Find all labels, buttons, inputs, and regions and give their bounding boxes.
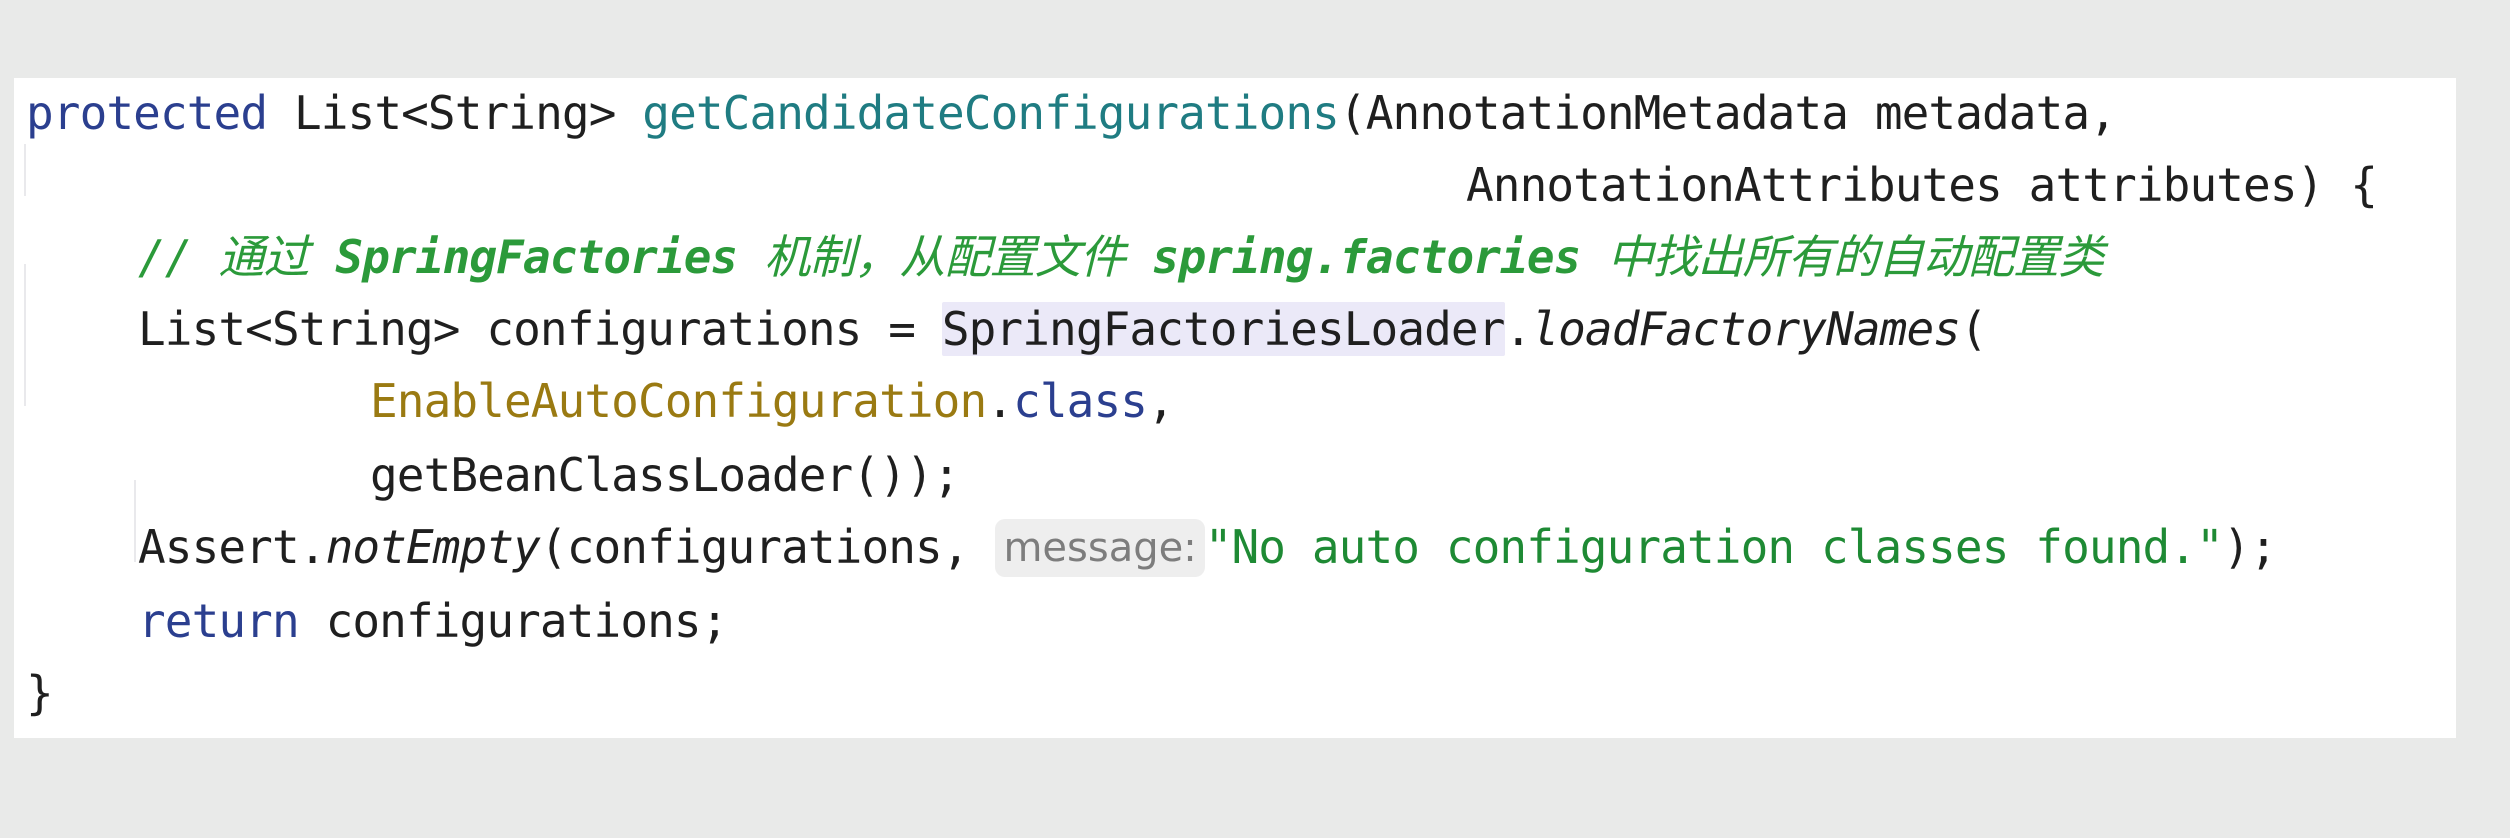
- code-line-params-continuation[interactable]: AnnotationAttributes attributes) {: [1466, 152, 2378, 218]
- statement-end: );: [2222, 520, 2277, 574]
- comment: // 通过 SpringFactories 机制，从配置文件 spring.fa…: [138, 230, 2104, 284]
- code-line-getbeanclassloader[interactable]: getBeanClassLoader());: [370, 442, 960, 508]
- dot-operator: .: [986, 374, 1014, 428]
- method-call-loadfactorynames: loadFactoryNames: [1531, 302, 1961, 356]
- keyword-class: class: [1013, 374, 1148, 428]
- code-line-closing-brace[interactable]: }: [26, 660, 54, 726]
- keyword-protected: protected: [26, 86, 268, 140]
- method-name: getCandidateConfigurations: [642, 86, 1340, 140]
- parameter-hint: message:: [995, 519, 1205, 577]
- method-params: (AnnotationMetadata metadata,: [1338, 86, 2117, 140]
- code-line-return[interactable]: return configurations;: [138, 588, 728, 654]
- code-editor[interactable]: protected List<String> getCandidateConfi…: [14, 78, 2456, 738]
- variable-declaration: List<String> configurations =: [138, 302, 942, 356]
- code-line-method-signature[interactable]: protected List<String> getCandidateConfi…: [26, 80, 2117, 146]
- method-call-notempty: notEmpty: [325, 520, 541, 574]
- class-ref-springfactoriesloader: SpringFactoriesLoader: [941, 302, 1505, 356]
- indent-guide: [24, 144, 26, 196]
- call-arguments: (configurations,: [539, 520, 996, 574]
- code-line-assert[interactable]: Assert.notEmpty(configurations, message:…: [138, 514, 2277, 580]
- string-literal: "No auto configuration classes found.": [1204, 520, 2224, 574]
- comma: ,: [1147, 374, 1175, 428]
- closing-brace: }: [26, 666, 54, 720]
- comment-term-springfactories: SpringFactories: [335, 230, 738, 284]
- comment-term-spring-factories: spring.factories: [1151, 230, 1582, 284]
- code-line-configurations-declaration[interactable]: List<String> configurations = SpringFact…: [138, 296, 1988, 362]
- comment-middle: 机制，从配置文件: [737, 230, 1152, 284]
- dot-operator: .: [1504, 302, 1533, 356]
- method-call-getbeanclassloader: getBeanClassLoader());: [370, 448, 960, 502]
- keyword-return: return: [138, 594, 300, 648]
- code-line-enableautoconfiguration[interactable]: EnableAutoConfiguration.class,: [370, 368, 1175, 434]
- comment-prefix: // 通过: [138, 230, 336, 284]
- method-params-continued: AnnotationAttributes attributes) {: [1466, 158, 2378, 212]
- code-line-comment[interactable]: // 通过 SpringFactories 机制，从配置文件 spring.fa…: [138, 224, 2104, 290]
- return-value: configurations;: [298, 594, 729, 648]
- indent-guide: [134, 480, 136, 562]
- class-ref-assert: Assert.: [138, 520, 326, 574]
- annotation-class-ref: EnableAutoConfiguration: [370, 374, 987, 428]
- indent-guide: [24, 264, 26, 406]
- return-type: List<String>: [267, 86, 643, 140]
- comment-suffix: 中找出所有的自动配置类: [1580, 230, 2104, 284]
- open-paren: (: [1960, 302, 1988, 356]
